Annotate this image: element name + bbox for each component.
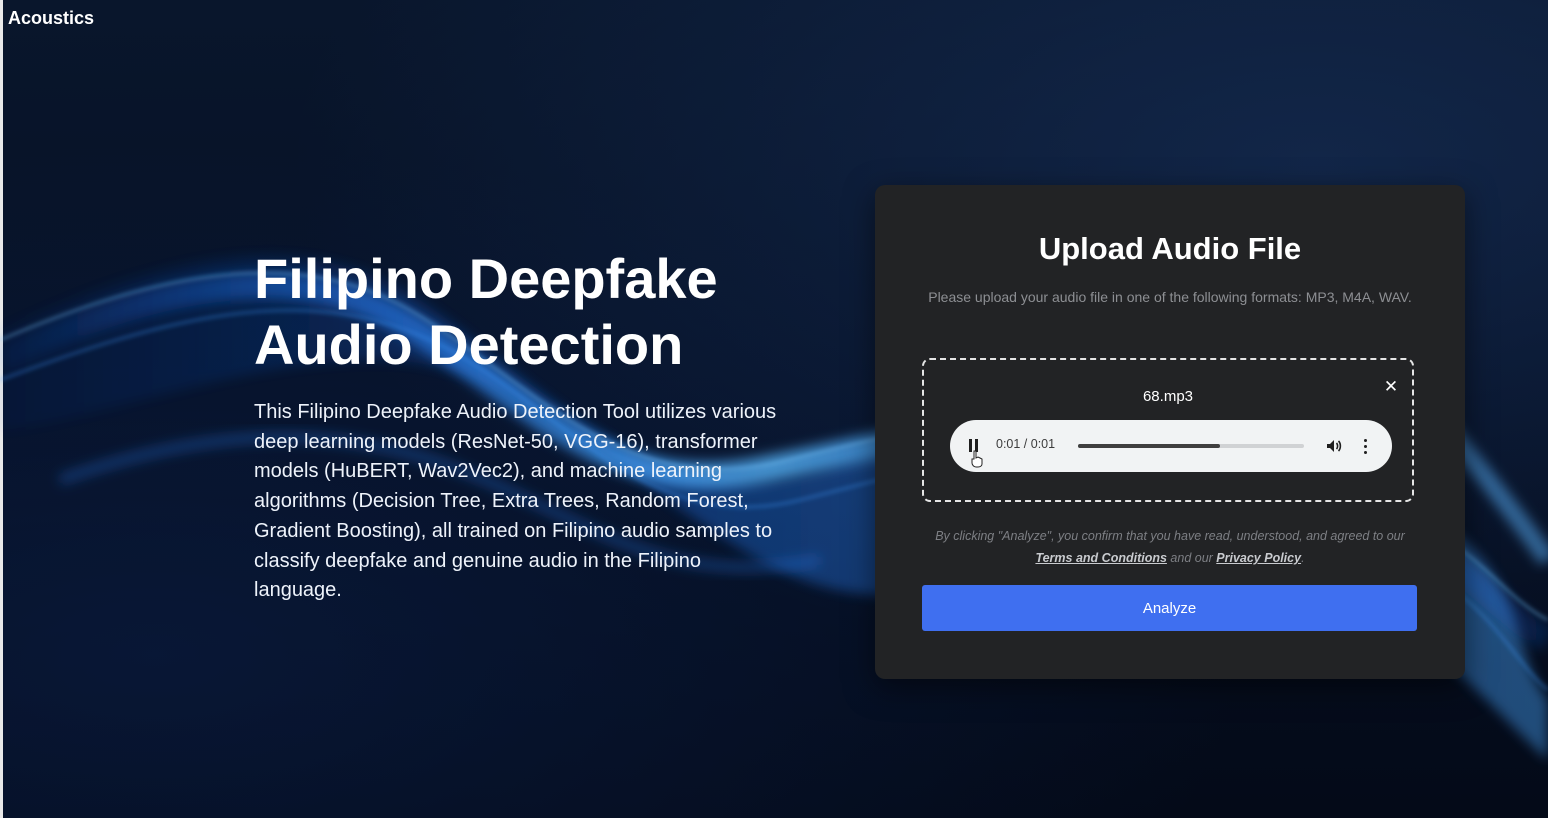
volume-icon[interactable] — [1325, 437, 1343, 455]
hero-description: This Filipino Deepfake Audio Detection T… — [254, 401, 777, 602]
upload-card-subtitle: Please upload your audio file in one of … — [928, 289, 1412, 305]
analyze-button[interactable]: Analyze — [922, 585, 1417, 631]
audio-player[interactable]: 0:01 / 0:01 — [950, 420, 1392, 472]
terms-link[interactable]: Terms and Conditions — [1035, 551, 1167, 565]
brand-logo-text[interactable]: Acoustics — [8, 8, 94, 29]
page-background: Acoustics Filipino Deepfake Audio Detect… — [0, 0, 1548, 818]
hand-cursor-icon — [971, 450, 983, 468]
upload-card: Upload Audio File Please upload your aud… — [875, 185, 1465, 679]
upload-card-title: Upload Audio File — [1038, 231, 1302, 266]
hero-title: Filipino Deepfake Audio Detection — [254, 247, 718, 376]
playback-time: 0:01 / 0:01 — [996, 437, 1056, 451]
seek-bar[interactable] — [1078, 444, 1304, 448]
close-icon[interactable]: ✕ — [1382, 378, 1400, 396]
seek-bar-progress — [1078, 444, 1221, 448]
privacy-link[interactable]: Privacy Policy — [1216, 551, 1301, 565]
audio-dropzone[interactable]: 68.mp3 ✕ 0:01 / 0:01 — [922, 358, 1414, 502]
uploaded-file-name: 68.mp3 — [1142, 388, 1194, 405]
more-vertical-icon[interactable] — [1360, 436, 1370, 456]
consent-text: By clicking "Analyze", you confirm that … — [915, 525, 1425, 569]
consent-middle: and our — [1166, 551, 1217, 565]
consent-prefix: By clicking "Analyze", you confirm that … — [935, 529, 1405, 543]
consent-suffix: . — [1301, 551, 1305, 565]
